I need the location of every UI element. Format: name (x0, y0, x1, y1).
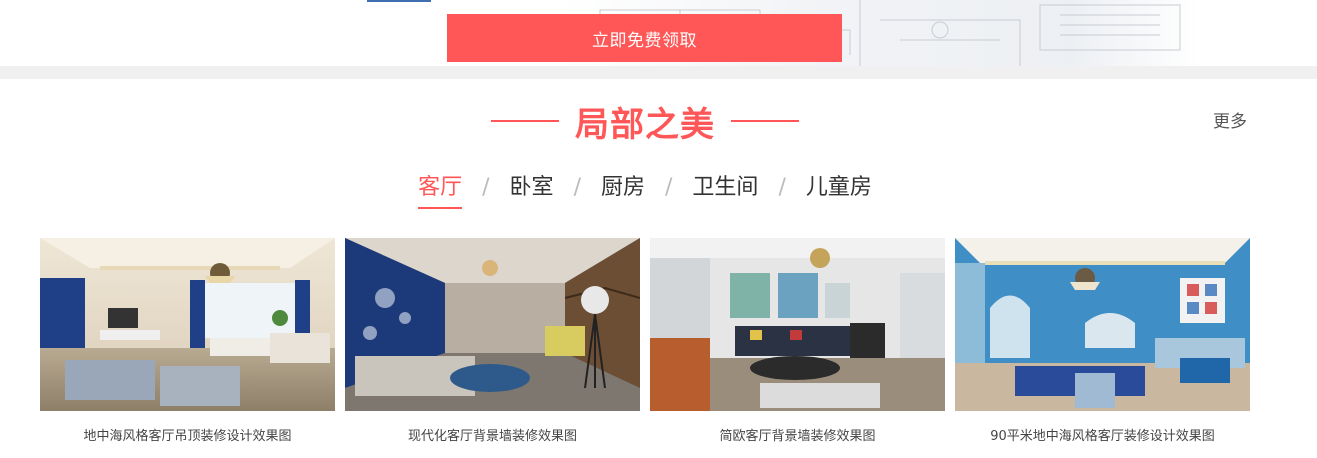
tab-separator: / (665, 175, 673, 200)
gallery: 地中海风格客厅吊顶装修设计效果图 现代化客厅背景墙装修效果图 简欧客厅背景墙装修… (40, 238, 1255, 453)
gallery-card[interactable]: 简欧客厅背景墙装修效果图 (650, 238, 945, 453)
top-banner: 立即免费领取 (0, 0, 1317, 66)
living-room-photo[interactable] (955, 238, 1250, 411)
tab-separator: / (573, 175, 581, 200)
living-room-photo[interactable] (650, 238, 945, 411)
title-left-line (491, 120, 559, 122)
tab-kids-room[interactable]: 儿童房 (806, 172, 872, 207)
room-tabs: 客厅 / 卧室 / 厨房 / 卫生间 / 儿童房 (0, 172, 1290, 212)
tab-separator: / (778, 175, 786, 200)
free-claim-button[interactable]: 立即免费领取 (447, 14, 842, 62)
section-divider (0, 66, 1317, 79)
gallery-card[interactable]: 地中海风格客厅吊顶装修设计效果图 (40, 238, 335, 453)
section-title: 局部之美 (575, 104, 715, 145)
tab-separator: / (482, 175, 490, 200)
card-caption[interactable]: 90平米地中海风格客厅装修设计效果图 (955, 425, 1250, 444)
living-room-photo[interactable] (40, 238, 335, 411)
gallery-card[interactable]: 90平米地中海风格客厅装修设计效果图 (955, 238, 1250, 453)
gallery-card[interactable]: 现代化客厅背景墙装修效果图 (345, 238, 640, 453)
section-header: 局部之美 (0, 95, 1290, 147)
tab-living-room[interactable]: 客厅 (418, 172, 463, 209)
tab-kitchen[interactable]: 厨房 (601, 172, 645, 207)
card-caption[interactable]: 简欧客厅背景墙装修效果图 (650, 425, 945, 444)
title-right-line (731, 120, 799, 122)
more-link[interactable]: 更多 (1213, 107, 1247, 132)
card-caption[interactable]: 地中海风格客厅吊顶装修设计效果图 (40, 425, 335, 444)
tab-bathroom[interactable]: 卫生间 (692, 172, 758, 207)
living-room-photo[interactable] (345, 238, 640, 411)
tab-bedroom[interactable]: 卧室 (510, 172, 554, 207)
card-caption[interactable]: 现代化客厅背景墙装修效果图 (345, 425, 640, 444)
banner-accent-bar (367, 0, 431, 2)
